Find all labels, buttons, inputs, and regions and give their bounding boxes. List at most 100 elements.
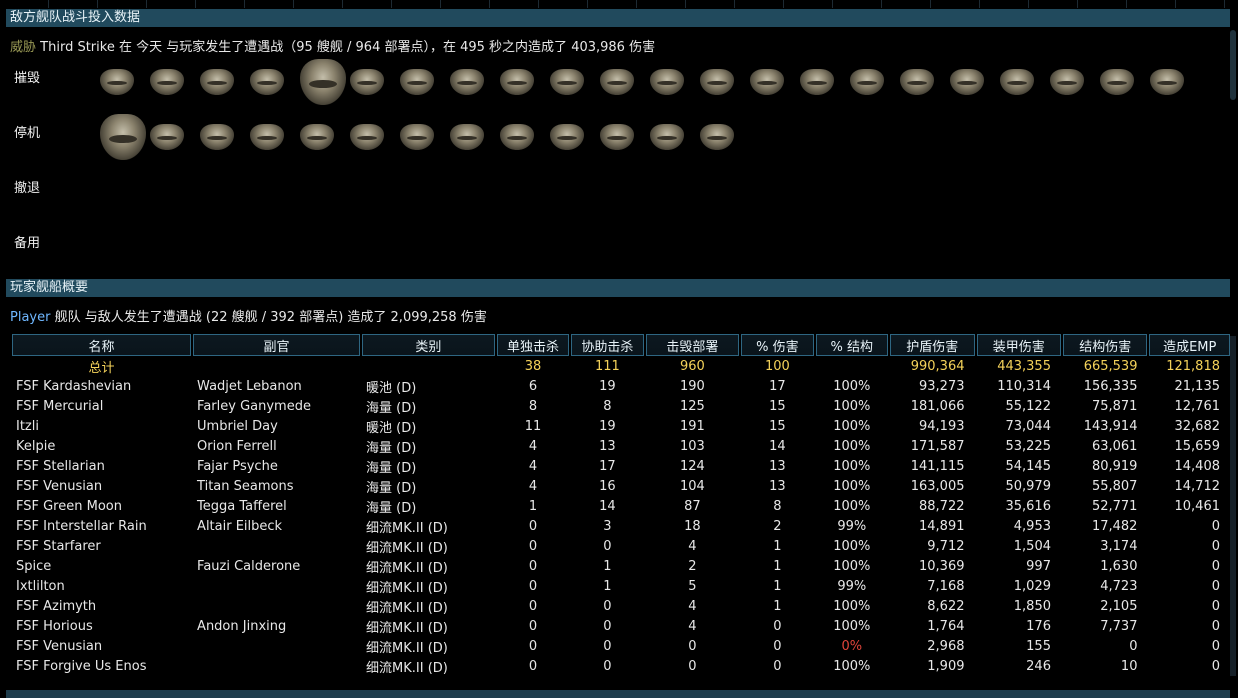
col-header-armor-damage[interactable]: 装甲伤害 <box>976 334 1061 356</box>
cell-armor: 53,225 <box>1005 438 1051 454</box>
cell-shield: 10,369 <box>919 558 965 574</box>
cell-assist: 0 <box>603 618 612 634</box>
cell-name: FSF Green Moon <box>16 498 122 514</box>
cell-armor: 55,122 <box>1005 398 1051 414</box>
cell-shield: 163,005 <box>910 478 965 494</box>
enemy-ship-icon[interactable] <box>200 124 234 150</box>
cell-emp: 32,682 <box>1174 418 1221 434</box>
cell-officer <box>193 576 360 596</box>
table-row[interactable]: Spice Fauzi Calderone 细流MK.II (D) 0 1 2 1 100% 1… <box>12 556 1230 576</box>
enemy-ship-icon[interactable] <box>300 59 346 105</box>
table-row[interactable]: FSF Mercurial Farley Ganymede 海量 (D) 8 8 125 1… <box>12 396 1230 416</box>
enemy-ship-icon[interactable] <box>200 69 234 95</box>
table-row[interactable]: Kelpie Orion Ferrell 海量 (D) 4 13 103 14 100% 171… <box>12 436 1230 456</box>
enemy-ship-icon[interactable] <box>300 124 334 150</box>
cell-pct-damage: 13 <box>769 458 786 474</box>
table-scrollbar[interactable] <box>1230 336 1236 676</box>
enemy-ship-icon[interactable] <box>150 124 184 150</box>
enemy-ship-icon[interactable] <box>600 69 634 95</box>
enemy-ship-icon[interactable] <box>600 124 634 150</box>
enemy-ship-icon[interactable] <box>400 124 434 150</box>
col-header-name[interactable]: 名称 <box>12 334 192 356</box>
table-row[interactable]: FSF Green Moon Tegga Tafferel 海量 (D) 1 14 87 8… <box>12 496 1230 516</box>
cell-pct-hull: 100% <box>833 618 871 634</box>
enemy-ship-icon[interactable] <box>400 69 434 95</box>
cell-class: 海量 (D) <box>366 440 417 456</box>
enemy-ship-icon[interactable] <box>950 69 984 95</box>
cell-officer: Andon Jinxing <box>197 618 287 634</box>
cell-assist: 19 <box>599 378 616 394</box>
cell-hull: 55,807 <box>1091 478 1138 494</box>
table-row[interactable]: FSF Interstellar Rain Altair Eilbeck 细流MK.… <box>12 516 1230 536</box>
enemy-ship-icon[interactable] <box>350 124 384 150</box>
cell-assist: 19 <box>599 418 616 434</box>
col-header-officer[interactable]: 副官 <box>193 334 361 356</box>
enemy-ship-icon[interactable] <box>100 69 134 95</box>
table-row[interactable]: FSF Venusian Titan Seamons 海量 (D) 4 16 104 13 1… <box>12 476 1230 496</box>
cell-solo: 0 <box>528 518 538 534</box>
cell-name: FSF Horious <box>16 618 93 634</box>
cell-officer: Umbriel Day <box>197 418 278 434</box>
cell-class: 海量 (D) <box>366 500 417 516</box>
cell-solo: 6 <box>528 378 538 394</box>
col-header-destroyed-dp[interactable]: 击毁部署 <box>645 334 740 356</box>
enemy-ship-icon[interactable] <box>150 69 184 95</box>
col-header-class[interactable]: 类别 <box>362 334 495 356</box>
col-header-pct-damage[interactable]: % 伤害 <box>741 334 814 356</box>
cell-hull: 7,737 <box>1100 618 1138 634</box>
table-row[interactable]: FSF Azimyth 细流MK.II (D) 0 0 4 1 100% 8,622 1,850… <box>12 596 1230 616</box>
enemy-ship-icon[interactable] <box>750 69 784 95</box>
enemy-ship-icon[interactable] <box>350 69 384 95</box>
enemy-ship-icon[interactable] <box>550 69 584 95</box>
cell-officer: Fajar Psyche <box>197 458 278 474</box>
enemy-ship-icon[interactable] <box>1050 69 1084 95</box>
col-header-shield-damage[interactable]: 护盾伤害 <box>890 334 975 356</box>
cell-pct-hull: 100% <box>833 458 871 474</box>
cell-shield: 9,712 <box>927 538 965 554</box>
cell-armor: 176 <box>1026 618 1051 634</box>
next-section-header <box>6 690 1230 698</box>
enemy-ship-icon[interactable] <box>1150 69 1184 95</box>
table-row[interactable]: Itzli Umbriel Day 暖池 (D) 11 19 191 15 100% 94,19… <box>12 416 1230 436</box>
cell-name: FSF Starfarer <box>16 538 101 554</box>
table-row[interactable]: Ixtlilton 细流MK.II (D) 0 1 5 1 99% 7,168 1,029 4,7… <box>12 576 1230 596</box>
disabled-row-label: 停机 <box>14 126 41 141</box>
cell-hull: 75,871 <box>1091 398 1138 414</box>
enemy-ship-icon[interactable] <box>650 124 684 150</box>
table-row[interactable]: FSF Horious Andon Jinxing 细流MK.II (D) 0 0 4 0 1… <box>12 616 1230 636</box>
table-row[interactable]: FSF Kardashevian Wadjet Lebanon 暖池 (D) 6 19 1… <box>12 376 1230 396</box>
enemy-ship-icon[interactable] <box>800 69 834 95</box>
enemy-ship-icon[interactable] <box>1000 69 1034 95</box>
enemy-ship-icon[interactable] <box>250 69 284 95</box>
col-header-assist-kills[interactable]: 协助击杀 <box>571 334 644 356</box>
enemy-ship-icon[interactable] <box>500 124 534 150</box>
total-row: 总计 38 111 960 100 990,364 443,355 665,53… <box>12 356 1230 376</box>
table-row[interactable]: FSF Stellarian Fajar Psyche 海量 (D) 4 17 124 13… <box>12 456 1230 476</box>
col-header-hull-damage[interactable]: 结构伤害 <box>1062 334 1148 356</box>
table-row[interactable]: FSF Starfarer 细流MK.II (D) 0 0 4 1 100% 9,712 1,5… <box>12 536 1230 556</box>
enemy-ship-icon[interactable] <box>550 124 584 150</box>
enemy-ship-icon[interactable] <box>700 69 734 95</box>
enemy-ship-icon[interactable] <box>450 124 484 150</box>
total-armor: 443,355 <box>997 358 1051 374</box>
enemy-ship-icon[interactable] <box>650 69 684 95</box>
cell-pct-hull: 100% <box>833 538 871 554</box>
col-header-solo-kills[interactable]: 单独击杀 <box>496 334 570 356</box>
enemy-ship-icon[interactable] <box>500 69 534 95</box>
enemy-ship-icon[interactable] <box>850 69 884 95</box>
col-header-emp[interactable]: 造成EMP <box>1149 334 1230 356</box>
cell-solo: 0 <box>528 598 538 614</box>
col-header-pct-hull[interactable]: % 结构 <box>815 334 889 356</box>
cell-armor: 110,314 <box>997 378 1051 394</box>
cell-destroyed-dp: 190 <box>679 378 705 394</box>
enemy-scrollbar[interactable] <box>1230 30 1236 100</box>
enemy-ship-icon[interactable] <box>700 124 734 150</box>
enemy-ship-icon[interactable] <box>100 114 146 160</box>
enemy-ship-icon[interactable] <box>450 69 484 95</box>
enemy-ship-icon[interactable] <box>900 69 934 95</box>
table-row[interactable]: FSF Venusian 细流MK.II (D) 0 0 0 0 0% 2,968 155 0 0 <box>12 636 1230 656</box>
cell-assist: 3 <box>603 518 612 534</box>
enemy-ship-icon[interactable] <box>250 124 284 150</box>
enemy-ship-icon[interactable] <box>1100 69 1134 95</box>
table-row[interactable]: FSF Forgive Us Enos 细流MK.II (D) 0 0 0 0 100% 1,… <box>12 656 1230 676</box>
